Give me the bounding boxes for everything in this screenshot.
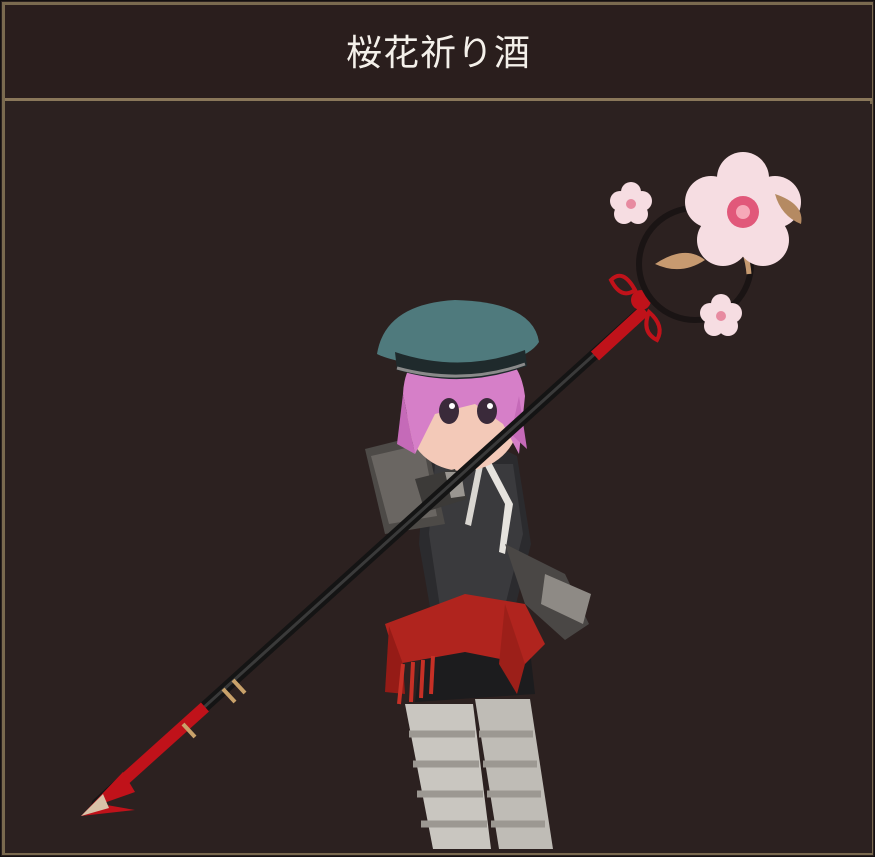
item-title: 桜花祈り酒 bbox=[345, 32, 531, 74]
title-bar: 桜花祈り酒 bbox=[5, 5, 872, 101]
item-preview-window: 桜花祈り酒 bbox=[0, 0, 875, 857]
character-preview bbox=[81, 152, 802, 849]
preview-area bbox=[5, 104, 872, 853]
